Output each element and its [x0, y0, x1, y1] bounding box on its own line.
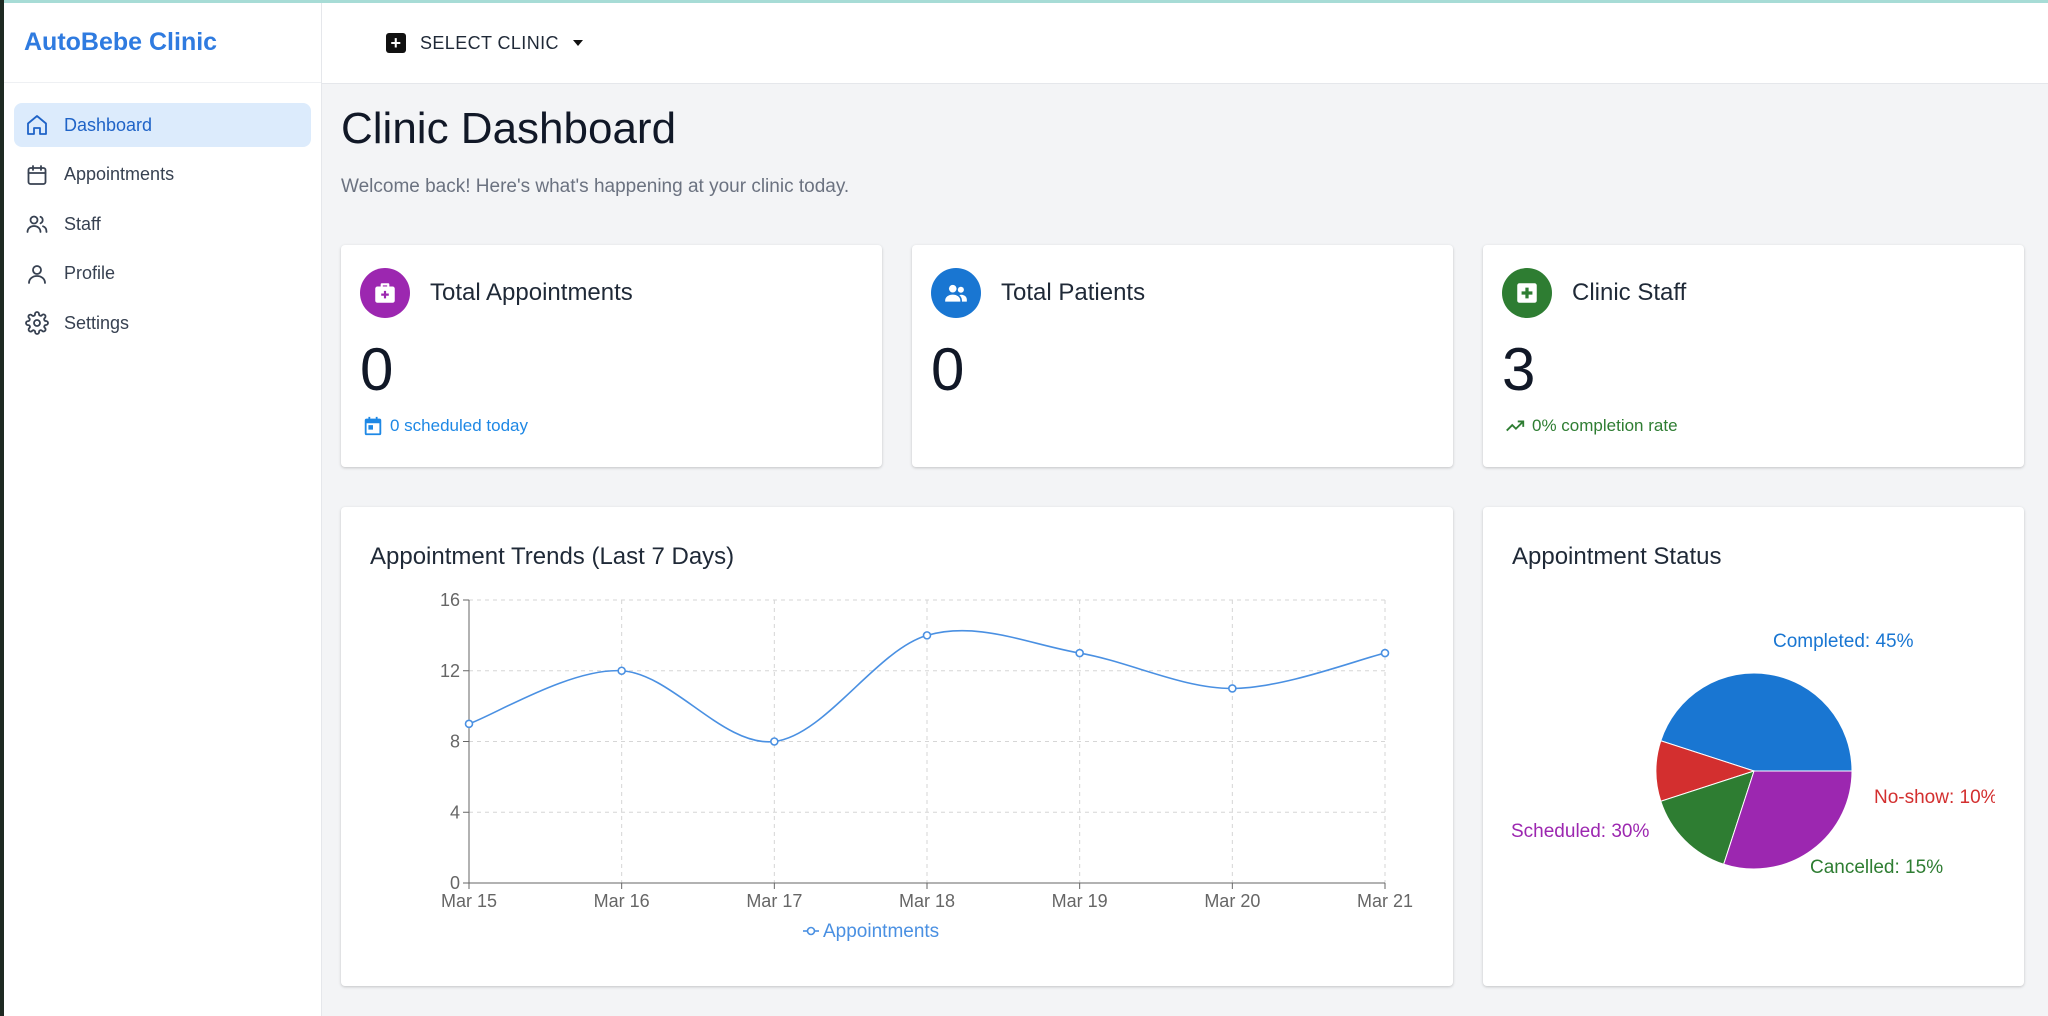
x-tick-label: Mar 15 — [441, 891, 497, 911]
pie-label: No-show: 10% — [1874, 787, 1998, 808]
x-tick-label: Mar 16 — [594, 891, 650, 911]
sidebar-item-label: Settings — [64, 312, 130, 333]
brand-logo[interactable]: AutoBebe Clinic — [4, 3, 321, 83]
pie-label-clip-right — [1995, 587, 2024, 967]
legend-label: Appointments — [823, 921, 939, 942]
data-point — [1380, 648, 1390, 658]
x-tick-label: Mar 21 — [1357, 891, 1413, 911]
people-icon — [931, 268, 981, 318]
pie-label: Completed: 45% — [1773, 631, 1914, 652]
pie-label-clip-left — [1483, 587, 1512, 967]
y-tick-label: 16 — [440, 590, 460, 610]
stat-footer-text: 0 scheduled today — [390, 416, 528, 435]
sidebar-item-dashboard[interactable]: Dashboard — [14, 103, 311, 147]
window-top-border — [0, 0, 2048, 3]
medical-plus-icon: + — [386, 33, 406, 53]
chevron-down-icon — [572, 40, 583, 46]
stat-title: Total Appointments — [430, 279, 633, 306]
stat-value: 0 — [360, 336, 394, 403]
stat-card-staff: Clinic Staff 3 0% completion rate — [1483, 245, 2024, 467]
window-left-edge — [0, 0, 4, 1016]
gear-icon — [24, 310, 50, 336]
top-bar: + SELECT CLINIC — [322, 3, 2048, 84]
stat-footer-text: 0% completion rate — [1532, 416, 1678, 435]
stat-title: Total Patients — [1001, 279, 1146, 306]
stat-title: Clinic Staff — [1572, 279, 1687, 306]
sidebar-item-settings[interactable]: Settings — [14, 301, 311, 345]
stat-card-appointments: Total Appointments 0 0 scheduled today — [341, 245, 882, 467]
x-tick-label: Mar 18 — [899, 891, 955, 911]
medical-plus-icon — [1502, 268, 1552, 318]
sidebar-item-appointments[interactable]: Appointments — [14, 153, 311, 197]
user-icon — [24, 261, 50, 287]
data-point — [617, 666, 626, 676]
home-icon — [24, 112, 50, 138]
calendar-icon — [24, 162, 50, 188]
stat-card-patients: Total Patients 0 — [912, 245, 1453, 467]
appointment-trends-chart: 0 4 8 12 16 Mar 15 Mar 16 Mar 17 Mar 18 Mar 19 Mar… — [440, 590, 1413, 942]
data-point — [1075, 648, 1084, 658]
sidebar-item-label: Profile — [64, 263, 116, 283]
users-icon — [24, 211, 50, 237]
sidebar-nav: Dashboard Appointments Staff Profile Set… — [4, 83, 321, 371]
y-tick-label: 0 — [450, 873, 460, 893]
data-point — [922, 631, 932, 640]
data-point — [464, 719, 474, 729]
stat-card-header: Total Appointments — [360, 268, 633, 318]
sidebar-item-staff[interactable]: Staff — [14, 202, 311, 246]
medical-bag-icon — [360, 268, 410, 318]
series-line-appointments — [468, 629, 1386, 743]
legend-marker — [806, 926, 816, 936]
x-tick-label: Mar 17 — [746, 891, 802, 911]
data-point — [770, 737, 779, 746]
y-tick-label: 4 — [450, 802, 460, 822]
data-point — [1228, 684, 1237, 693]
stat-card-header: Clinic Staff — [1502, 268, 1686, 318]
sidebar-item-label: Dashboard — [64, 114, 153, 135]
stat-footer: 0 scheduled today — [362, 415, 528, 437]
y-tick-label: 8 — [450, 732, 460, 752]
appointment-status-card: Appointment Status Completed: 45% No-show… — [1483, 507, 2024, 986]
page-title: Clinic Dashboard — [341, 104, 677, 153]
pie-label: Cancelled: 15% — [1810, 857, 1943, 878]
select-clinic-button[interactable]: + SELECT CLINIC — [386, 33, 583, 54]
x-tick-label: Mar 20 — [1204, 891, 1260, 911]
stat-card-header: Total Patients — [931, 268, 1145, 318]
page-subtitle: Welcome back! Here's what's happening at… — [341, 176, 850, 197]
appointment-status-chart: Completed: 45% No-show: 10% Cancelled: 15%… — [1483, 587, 2024, 967]
calendar-today-icon — [364, 416, 382, 436]
stat-value: 0 — [931, 336, 965, 403]
sidebar-item-label: Staff — [64, 213, 101, 234]
stat-footer: 0% completion rate — [1504, 415, 1678, 437]
x-tick-label: Mar 19 — [1052, 891, 1108, 911]
appointment-trends-card: Appointment Trends (Last 7 Days) 0 4 8 12 16… — [341, 507, 1453, 986]
trending-up-icon — [1506, 420, 1525, 432]
sidebar-item-label: Appointments — [64, 164, 175, 184]
select-clinic-label: SELECT CLINIC — [420, 32, 559, 53]
sidebar: AutoBebe Clinic Dashboard Appointments S… — [4, 3, 322, 1016]
y-tick-label: 12 — [440, 661, 460, 681]
pie-label: Scheduled: 30% — [1511, 821, 1649, 842]
stat-value: 3 — [1502, 336, 1536, 403]
sidebar-item-profile[interactable]: Profile — [14, 252, 311, 296]
